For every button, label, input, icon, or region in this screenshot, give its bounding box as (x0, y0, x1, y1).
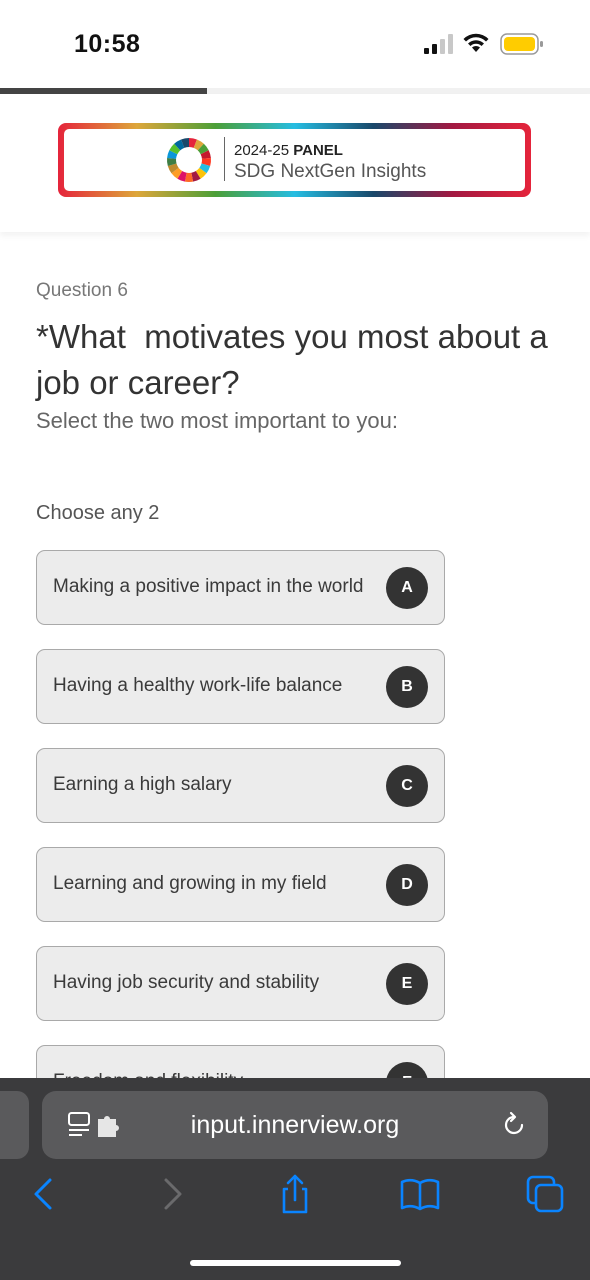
share-icon[interactable] (273, 1172, 317, 1216)
option-key-badge: E (386, 963, 428, 1005)
option-label: Earning a high salary (53, 774, 232, 795)
survey-header: 2024-25 PANEL SDG NextGen Insights (0, 94, 590, 232)
option-f[interactable]: Freedom and flexibility F (36, 1045, 445, 1078)
tabs-icon[interactable] (523, 1172, 567, 1216)
sdg-wheel-icon (167, 138, 211, 182)
bookmarks-book-icon[interactable] (398, 1172, 442, 1216)
option-label: Freedom and flexibility (53, 1046, 243, 1078)
status-time: 10:58 (74, 30, 141, 58)
option-b[interactable]: Having a healthy work-life balance B (36, 649, 445, 724)
wifi-icon (463, 33, 489, 52)
option-d[interactable]: Learning and growing in my field D (36, 847, 445, 922)
banner-divider (224, 137, 225, 181)
option-e[interactable]: Having job security and stability E (36, 946, 445, 1021)
battery-low-power-icon (500, 33, 543, 55)
option-a[interactable]: Making a positive impact in the world A (36, 550, 445, 625)
option-label: Learning and growing in my field (53, 873, 327, 894)
browser-toolbar (0, 1172, 590, 1222)
question-title: *What motivates you most about a job or … (36, 318, 557, 401)
option-label: Having a healthy work-life balance (53, 675, 343, 696)
status-bar: 10:58 (0, 0, 590, 88)
home-indicator (190, 1260, 401, 1266)
cellular-signal-icon (424, 34, 453, 54)
option-key-badge: D (386, 864, 428, 906)
previous-tab-peek[interactable] (0, 1091, 29, 1159)
option-label: Having job security and stability (53, 972, 320, 993)
option-key-badge: B (386, 666, 428, 708)
option-c[interactable]: Earning a high salary C (36, 748, 445, 823)
banner-subtitle: SDG NextGen Insights (234, 161, 427, 182)
banner-panel-label: 2024-25 PANEL (234, 142, 343, 159)
back-chevron-icon[interactable] (22, 1172, 66, 1216)
option-key-badge: F (386, 1062, 428, 1078)
option-key-badge: C (386, 765, 428, 807)
reload-icon[interactable] (500, 1111, 528, 1139)
option-label: Making a positive impact in the world (53, 576, 364, 597)
options-list: Making a positive impact in the world A … (0, 540, 590, 1078)
browser-chrome: input.innerview.org (0, 1078, 590, 1280)
question-subtitle: Select the two most important to you: (36, 408, 398, 433)
panel-banner-logo: 2024-25 PANEL SDG NextGen Insights (58, 123, 531, 197)
question-number: Question 6 (36, 280, 128, 301)
address-bar[interactable]: input.innerview.org (42, 1091, 548, 1159)
forward-chevron-icon[interactable] (150, 1172, 194, 1216)
url-text: input.innerview.org (190, 1111, 400, 1139)
option-key-badge: A (386, 567, 428, 609)
choice-instruction: Choose any 2 (36, 502, 160, 524)
